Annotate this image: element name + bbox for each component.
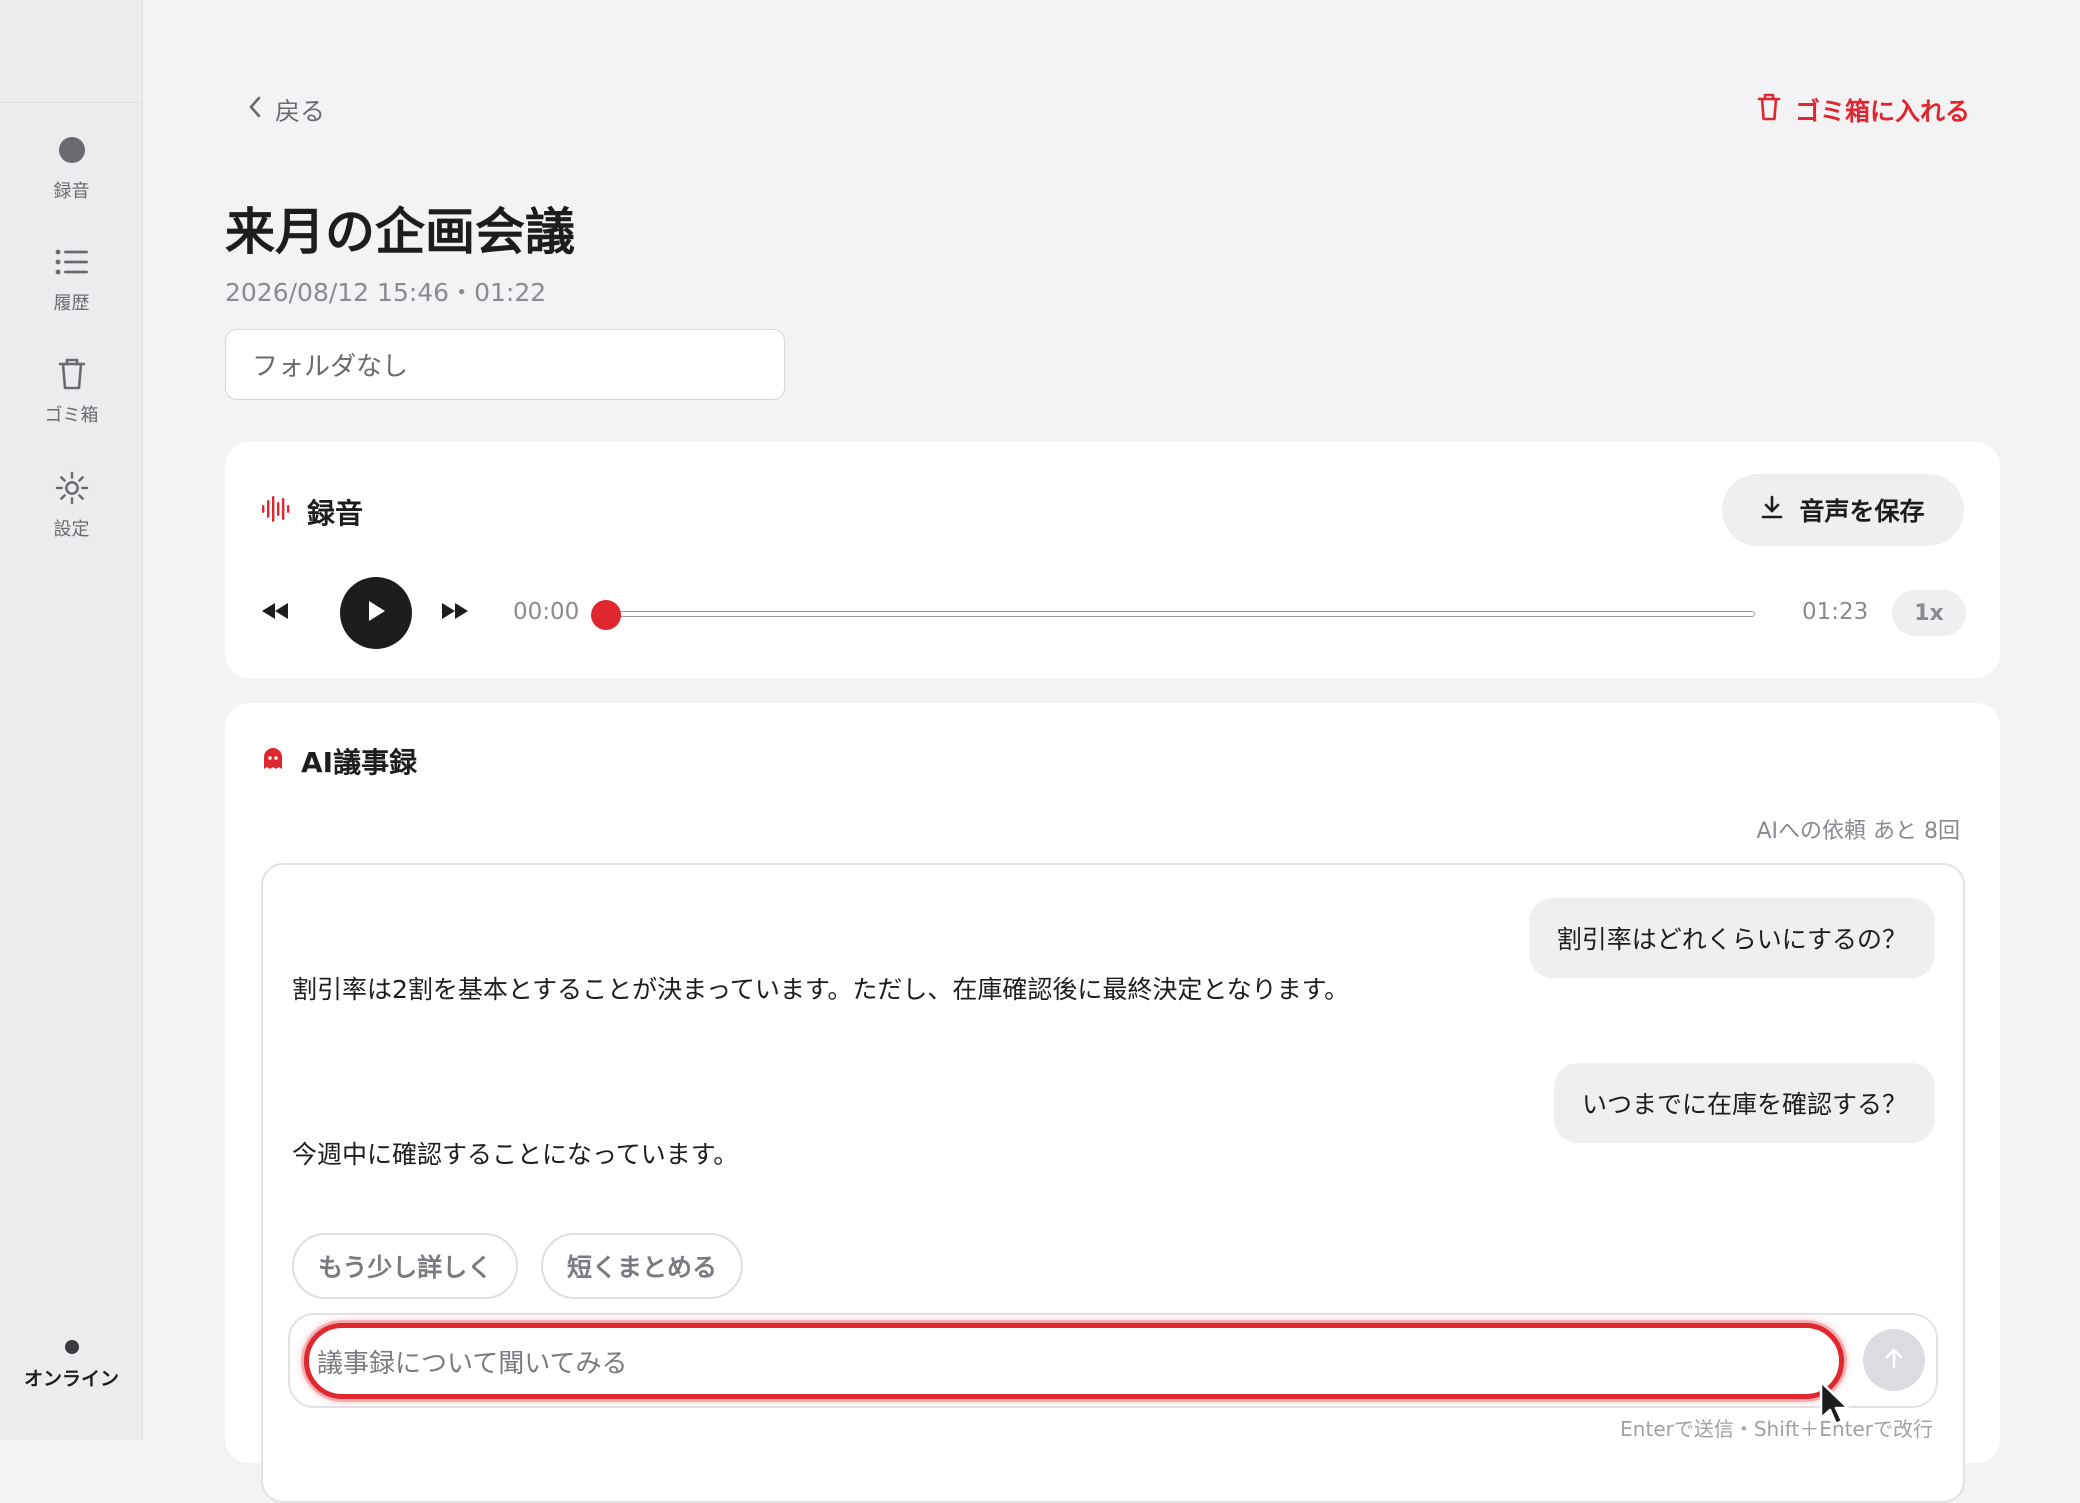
- sidebar-item-label: ゴミ箱: [44, 405, 99, 426]
- gear-icon: [55, 471, 89, 505]
- sidebar-item-trash[interactable]: ゴミ箱: [0, 342, 143, 442]
- mouse-cursor-icon: [1819, 1380, 1850, 1430]
- seek-thumb[interactable]: [591, 600, 621, 630]
- trash-icon: [1757, 93, 1781, 127]
- recording-card: 録音 音声を保存 00:00 01:23 1x: [225, 442, 2000, 678]
- current-time: 00:00: [513, 599, 580, 625]
- play-icon: [366, 600, 386, 626]
- trash-label: ゴミ箱に入れる: [1794, 97, 1970, 126]
- trash-icon: [55, 357, 89, 391]
- main-content: 戻る ゴミ箱に入れる 来月の企画会議 2026/08/12 15:46・01:2…: [143, 0, 2080, 1503]
- fast-forward-icon: [440, 601, 470, 625]
- connection-status: オンライン: [0, 1340, 143, 1391]
- sidebar-item-history[interactable]: 履歴: [0, 230, 143, 330]
- sidebar-item-label: 設定: [53, 519, 90, 540]
- ai-quota: AIへの依頼 あと 8回: [1756, 819, 1960, 844]
- page-title: 来月の企画会議: [225, 203, 575, 261]
- save-audio-button[interactable]: 音声を保存: [1722, 474, 1964, 546]
- recording-meta: 2026/08/12 15:46・01:22: [225, 278, 547, 307]
- ai-minutes-card: AI議事録 AIへの依頼 あと 8回 割引率はどれくらいにするの？ 割引率は2割…: [225, 703, 2000, 1503]
- chat-input[interactable]: 議事録について聞いてみる: [304, 1323, 1844, 1399]
- sidebar-header: [0, 0, 142, 103]
- recording-card-title: 録音: [307, 497, 364, 530]
- ghost-icon: [261, 745, 285, 778]
- save-audio-label: 音声を保存: [1799, 497, 1925, 526]
- download-icon: [1761, 495, 1783, 525]
- ai-message: 今週中に確認することになっています。: [292, 1140, 739, 1169]
- status-label: オンライン: [23, 1368, 119, 1390]
- back-button[interactable]: 戻る: [247, 90, 325, 130]
- sidebar-item-settings[interactable]: 設定: [0, 456, 143, 556]
- status-dot-icon: [64, 1340, 79, 1354]
- ai-message: 割引率は2割を基本とすることが決まっています。ただし、在庫確認後に最終決定となり…: [292, 975, 1350, 1004]
- sidebar-item-label: 録音: [53, 181, 90, 202]
- chevron-left-icon: [247, 95, 263, 125]
- folder-select[interactable]: フォルダなし: [225, 329, 785, 400]
- chat-input-container: 議事録について聞いてみる: [288, 1313, 1938, 1408]
- fast-forward-button[interactable]: [435, 595, 475, 631]
- rewind-icon: [260, 601, 290, 625]
- sidebar-item-label: 履歴: [53, 293, 90, 314]
- playback-speed-button[interactable]: 1x: [1892, 590, 1966, 636]
- play-button[interactable]: [340, 577, 412, 649]
- record-dot-icon: [55, 133, 89, 167]
- chat-panel: 割引率はどれくらいにするの？ 割引率は2割を基本とすることが決まっています。ただ…: [261, 863, 1965, 1503]
- total-time: 01:23: [1802, 599, 1869, 625]
- back-label: 戻る: [275, 97, 326, 126]
- sidebar: 録音 履歴 ゴミ箱 設定 オンライン: [0, 0, 143, 1440]
- suggestion-summarize[interactable]: 短くまとめる: [541, 1233, 744, 1299]
- suggestion-more-detail[interactable]: もう少し詳しく: [292, 1233, 519, 1299]
- ai-card-header: AI議事録: [261, 741, 417, 781]
- user-message: いつまでに在庫を確認する？: [1553, 1063, 1935, 1143]
- list-icon: [55, 245, 89, 279]
- waveform-icon: [261, 494, 291, 531]
- seek-slider[interactable]: [591, 600, 1755, 630]
- send-button[interactable]: [1863, 1329, 1925, 1391]
- arrow-up-icon: [1884, 1347, 1904, 1373]
- audio-player: 00:00 01:23 1x: [225, 575, 2000, 651]
- ai-card-title: AI議事録: [301, 746, 418, 779]
- input-hint: Enterで送信・Shift＋Enterで改行: [1620, 1417, 1933, 1441]
- recording-card-header: 録音: [261, 492, 363, 532]
- move-to-trash-button[interactable]: ゴミ箱に入れる: [1757, 90, 1970, 130]
- sidebar-item-record[interactable]: 録音: [0, 118, 143, 218]
- user-message: 割引率はどれくらいにするの？: [1528, 898, 1935, 978]
- rewind-button[interactable]: [255, 595, 295, 631]
